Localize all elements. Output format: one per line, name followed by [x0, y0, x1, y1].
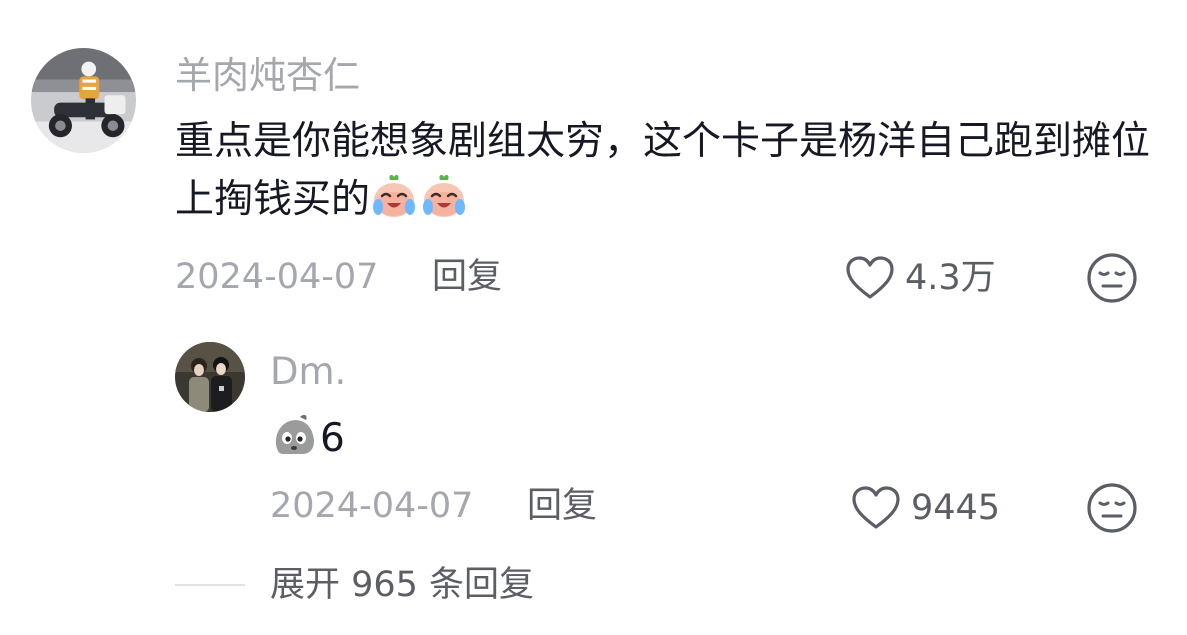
expand-replies-button[interactable]: 展开 965 条回复	[270, 562, 534, 608]
reply-username[interactable]: Dm.	[270, 347, 346, 397]
comment-text: 重点是你能想象剧组太穷，这个卡子是杨洋自己跑到摊位上掏钱买的	[175, 113, 1150, 229]
neutral-face-icon	[1087, 253, 1137, 303]
dislike-button[interactable]	[1086, 252, 1138, 304]
crying-laughing-peach-emoji	[420, 172, 468, 220]
reply-like-count: 9445	[911, 488, 1001, 528]
expand-divider	[175, 584, 245, 586]
grey-blob-emoji	[270, 411, 318, 459]
comment-text-content: 重点是你能想象剧组太穷，这个卡子是杨洋自己跑到摊位上掏钱买的	[175, 119, 1151, 222]
reply-date: 2024-04-07	[270, 486, 474, 526]
reply-button[interactable]: 回复	[432, 254, 502, 300]
motorcycle-rider-photo	[31, 48, 136, 153]
comment-date: 2024-04-07	[175, 257, 379, 297]
heart-outline-icon	[846, 256, 894, 299]
reply-dislike-button[interactable]	[1086, 482, 1138, 534]
avatar[interactable]	[31, 48, 136, 153]
reply-reply-button[interactable]: 回复	[527, 483, 597, 529]
two-people-photo	[175, 342, 245, 412]
like-count: 4.3万	[905, 258, 996, 298]
reply-like-button[interactable]: 9445	[851, 485, 1000, 531]
crying-laughing-peach-emoji	[370, 172, 418, 220]
heart-outline-icon	[852, 486, 900, 529]
reply-text: 6	[270, 410, 345, 468]
neutral-face-icon	[1087, 483, 1137, 533]
like-button[interactable]: 4.3万	[845, 255, 996, 301]
reply-avatar[interactable]	[175, 342, 245, 412]
comment-username[interactable]: 羊肉炖杏仁	[175, 50, 360, 102]
reply-text-content: 6	[320, 416, 345, 461]
